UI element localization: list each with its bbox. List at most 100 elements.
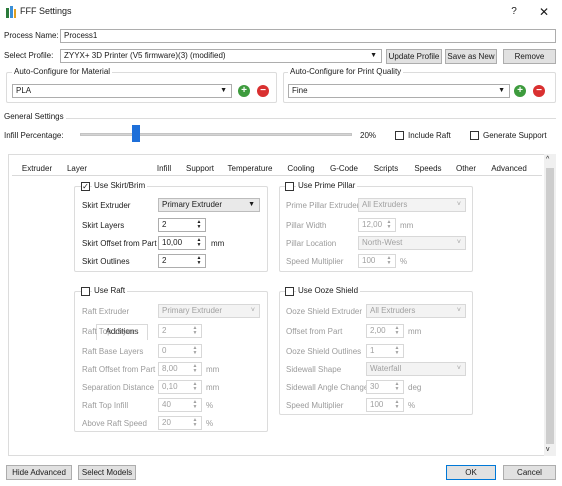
add-quality-button[interactable]: + (514, 85, 526, 97)
include-raft-label: Include Raft (408, 131, 451, 140)
tab-cooling[interactable]: Cooling (280, 162, 322, 176)
include-raft-checkbox[interactable] (395, 131, 404, 140)
tab-speeds[interactable]: Speeds (408, 162, 448, 176)
save-as-new-button[interactable]: Save as New (445, 49, 497, 64)
spin-arrows-icon[interactable]: ▲ ▼ (195, 220, 203, 230)
skirt-layers-spinbox[interactable]: 2 ▲ ▼ (158, 218, 206, 232)
separation-distance-spinbox[interactable]: 0,10 ▲ ▼ (158, 380, 202, 394)
skirt-outlines-spinbox[interactable]: 2 ▲ ▼ (158, 254, 206, 268)
skirt-extruder-label: Skirt Extruder (82, 201, 131, 210)
vertical-scrollbar[interactable]: ^ v (544, 154, 556, 456)
tab-infill[interactable]: Infill (150, 162, 178, 176)
above-raft-speed-unit: % (206, 419, 214, 428)
spin-arrows-icon[interactable]: ▲ ▼ (195, 256, 203, 266)
tab-advanced[interactable]: Advanced (484, 162, 534, 176)
ooze-offset-unit: mm (408, 327, 422, 336)
tab-temperature[interactable]: Temperature (222, 162, 278, 176)
scrollbar-thumb[interactable] (546, 168, 554, 444)
scroll-down-icon[interactable]: v (546, 446, 550, 453)
profile-dropdown[interactable]: ZYYX+ 3D Printer (V5 firmware)(3) (modif… (60, 49, 382, 63)
tab-other[interactable]: Other (450, 162, 482, 176)
spin-arrows-icon[interactable]: ▲ ▼ (191, 400, 199, 410)
sidewall-shape-dropdown[interactable]: Waterfall ˅ (366, 362, 466, 376)
quality-group-title: Auto-Configure for Print Quality (288, 67, 404, 77)
use-skirt-checkbox[interactable]: ✓ (81, 182, 90, 191)
spin-arrows-icon[interactable]: ▲ ▼ (191, 364, 199, 374)
use-raft-checkbox[interactable] (81, 287, 90, 296)
skirt-offset-spinbox[interactable]: 10,00 ▲ ▼ (158, 236, 206, 250)
tab-extruder[interactable]: Extruder (16, 162, 58, 176)
remove-quality-button[interactable]: − (533, 85, 545, 97)
sidewall-angle-spinbox[interactable]: 30 ▲ ▼ (366, 380, 404, 394)
prime-speed-spinbox[interactable]: 100 ▲ ▼ (358, 254, 396, 268)
tab-gcode[interactable]: G-Code (324, 162, 364, 176)
hide-advanced-button[interactable]: Hide Advanced (6, 465, 72, 480)
skirt-outlines-label: Skirt Outlines (82, 257, 130, 266)
general-divider (66, 118, 556, 119)
raft-offset-spinbox[interactable]: 8,00 ▲ ▼ (158, 362, 202, 376)
pillar-width-spinbox[interactable]: 12,00 ▲ ▼ (358, 218, 396, 232)
ooze-extruder-value: All Extruders (370, 306, 416, 315)
generate-support-checkbox[interactable] (470, 131, 479, 140)
process-name-input[interactable]: Process1 (60, 29, 556, 43)
spin-arrows-icon[interactable]: ▲ ▼ (393, 326, 401, 336)
scroll-up-icon[interactable]: ^ (546, 156, 549, 163)
infill-slider-track[interactable] (80, 133, 352, 136)
material-group-title: Auto-Configure for Material (12, 67, 113, 77)
ooze-extruder-dropdown[interactable]: All Extruders ˅ (366, 304, 466, 318)
raft-top-layers-spinbox[interactable]: 2 ▲ ▼ (158, 324, 202, 338)
prime-speed-unit: % (400, 257, 408, 266)
infill-slider-thumb[interactable] (132, 125, 141, 142)
raft-base-layers-spinbox[interactable]: 0 ▲ ▼ (158, 344, 202, 358)
spin-arrows-icon[interactable]: ▲ ▼ (195, 238, 203, 248)
use-ooze-shield-label: Use Ooze Shield (296, 286, 361, 296)
raft-extruder-dropdown[interactable]: Primary Extruder ˅ (158, 304, 260, 318)
chevron-down-icon: ˅ (456, 201, 461, 208)
plus-icon: + (241, 85, 247, 96)
ooze-speed-spinbox[interactable]: 100 ▲ ▼ (366, 398, 404, 412)
ooze-outlines-spinbox[interactable]: 1 ▲ ▼ (366, 344, 404, 358)
spin-arrows-icon[interactable]: ▲ ▼ (385, 256, 393, 266)
ooze-offset-spinbox[interactable]: 2,00 ▲ ▼ (366, 324, 404, 338)
prime-speed-value: 100 (362, 256, 376, 265)
prime-speed-label: Speed Multiplier (286, 257, 344, 266)
remove-profile-button[interactable]: Remove (503, 49, 556, 64)
spin-arrows-icon[interactable]: ▲ ▼ (191, 346, 199, 356)
spin-arrows-icon[interactable]: ▲ ▼ (191, 418, 199, 428)
close-button[interactable]: ✕ (536, 4, 552, 20)
raft-extruder-value: Primary Extruder (162, 306, 223, 315)
separation-distance-value: 0,10 (162, 382, 178, 391)
select-models-button[interactable]: Select Models (78, 465, 136, 480)
raft-base-layers-label: Raft Base Layers (82, 347, 144, 356)
chevron-down-icon: ▼ (370, 52, 377, 59)
tab-support[interactable]: Support (180, 162, 220, 176)
spin-arrows-icon[interactable]: ▲ ▼ (393, 400, 401, 410)
skirt-extruder-value: Primary Extruder (162, 200, 223, 209)
prime-extruder-dropdown[interactable]: All Extruders ˅ (358, 198, 466, 212)
pillar-location-dropdown[interactable]: North-West ˅ (358, 236, 466, 250)
material-dropdown[interactable]: PLA ▼ (12, 84, 232, 98)
ok-button[interactable]: OK (446, 465, 496, 480)
spin-arrows-icon[interactable]: ▲ ▼ (393, 382, 401, 392)
raft-top-infill-spinbox[interactable]: 40 ▲ ▼ (158, 398, 202, 412)
add-material-button[interactable]: + (238, 85, 250, 97)
spin-arrows-icon[interactable]: ▲ ▼ (191, 382, 199, 392)
update-profile-button[interactable]: Update Profile (386, 49, 442, 64)
tab-bar: Extruder Layer Additions Infill Support … (12, 162, 542, 340)
tab-layer[interactable]: Layer (60, 162, 94, 176)
process-name-label: Process Name: (4, 31, 59, 40)
tab-scripts[interactable]: Scripts (366, 162, 406, 176)
help-button[interactable]: ? (506, 4, 522, 20)
use-ooze-shield-checkbox[interactable] (285, 287, 294, 296)
spin-arrows-icon[interactable]: ▲ ▼ (385, 220, 393, 230)
spin-arrows-icon[interactable]: ▲ ▼ (393, 346, 401, 356)
cancel-button[interactable]: Cancel (503, 465, 556, 480)
skirt-extruder-dropdown[interactable]: Primary Extruder ▼ (158, 198, 260, 212)
above-raft-speed-value: 20 (162, 418, 171, 427)
use-prime-pillar-checkbox[interactable] (285, 182, 294, 191)
remove-material-button[interactable]: − (257, 85, 269, 97)
quality-dropdown[interactable]: Fine ▼ (288, 84, 510, 98)
chevron-down-icon: ▼ (220, 87, 227, 94)
above-raft-speed-spinbox[interactable]: 20 ▲ ▼ (158, 416, 202, 430)
spin-arrows-icon[interactable]: ▲ ▼ (191, 326, 199, 336)
